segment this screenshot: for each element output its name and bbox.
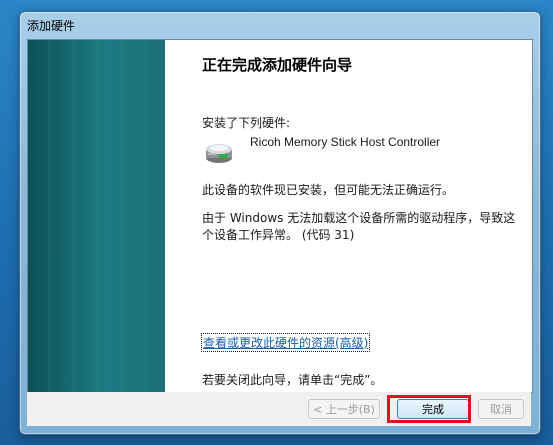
button-bar: < 上一步(B) 完成 取消 — [27, 392, 531, 426]
hardware-device-icon — [206, 144, 232, 163]
window-title: 添加硬件 — [27, 19, 76, 33]
close-instruction: 若要关闭此向导，请单击“完成”。 — [202, 373, 383, 387]
installed-hardware-label: 安装了下列硬件: — [202, 116, 291, 130]
cancel-button[interactable]: 取消 — [478, 399, 524, 419]
install-status-message: 此设备的软件现已安装，但可能无法正确运行。 — [202, 183, 455, 197]
add-hardware-window: 添加硬件 正在完成添加硬件向导 安装了下列硬件: Ricoh Memory St… — [19, 11, 541, 435]
side-banner-texture — [28, 40, 165, 392]
view-resources-link[interactable]: 查看或更改此硬件的资源(高级) — [200, 333, 371, 352]
finish-button[interactable]: 完成 — [397, 399, 469, 419]
driver-error-message: 由于 Windows 无法加载这个设备所需的驱动程序，导致这个设备工作异常。 (… — [202, 211, 516, 242]
wizard-side-banner — [28, 40, 165, 392]
device-name: Ricoh Memory Stick Host Controller — [250, 135, 441, 149]
wizard-content: 正在完成添加硬件向导 安装了下列硬件: Ricoh Memory Stick H… — [27, 39, 533, 393]
page-title: 正在完成添加硬件向导 — [202, 56, 353, 74]
title-bar[interactable]: 添加硬件 — [20, 12, 540, 38]
back-button[interactable]: < 上一步(B) — [308, 399, 380, 419]
